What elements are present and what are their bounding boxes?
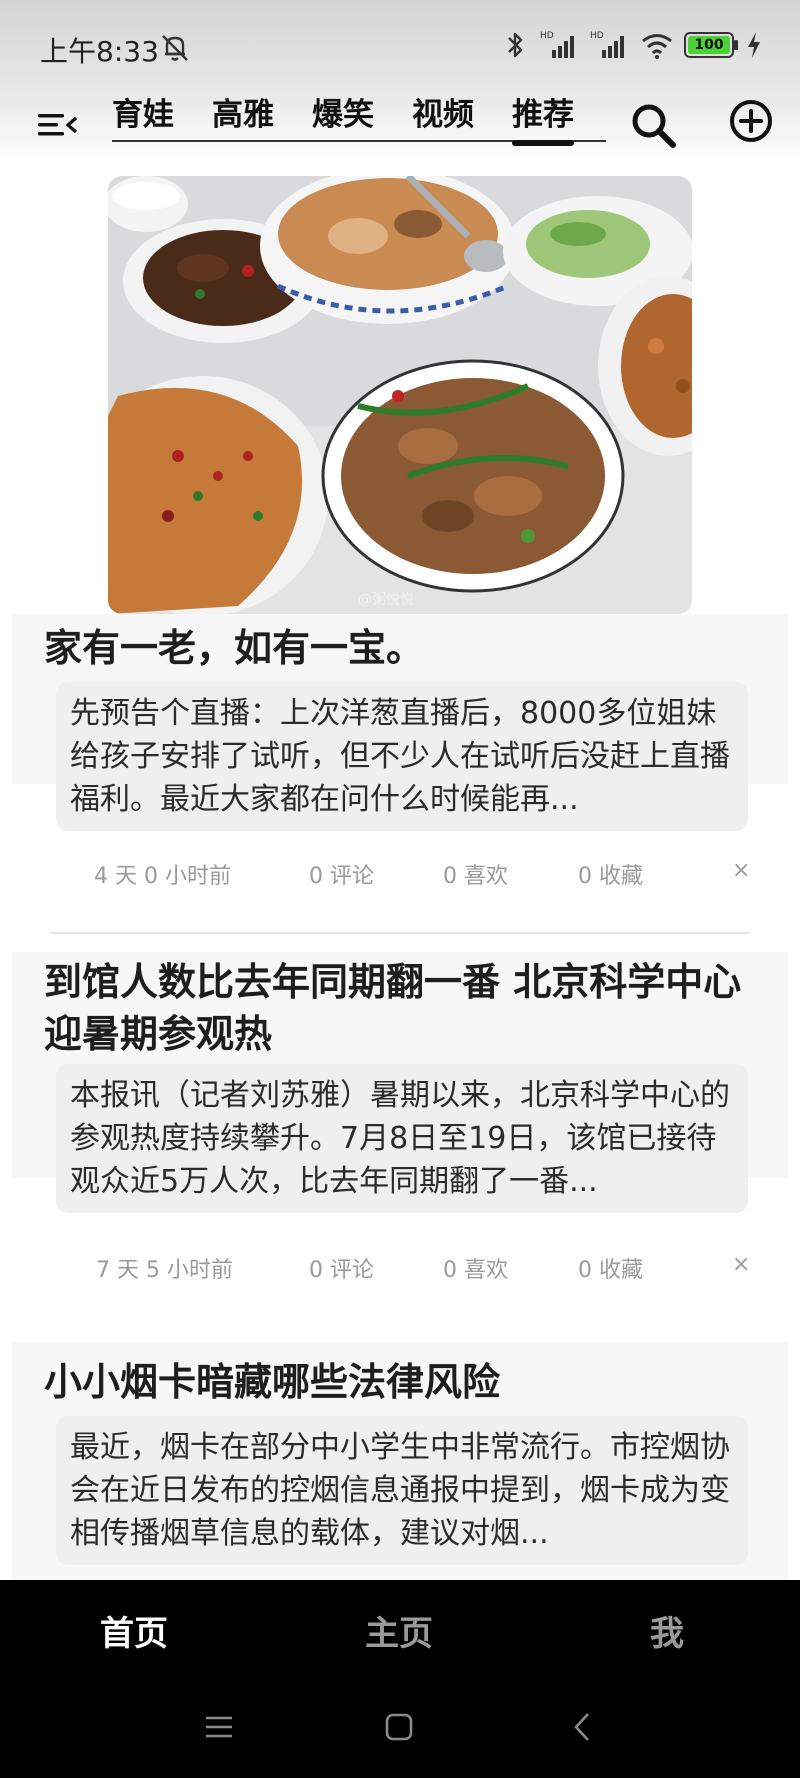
signal-hd-icon-2: HD (590, 31, 624, 58)
signal-hd-icon: HD (540, 31, 574, 58)
article-title[interactable]: 到馆人数比去年同期翻一番 北京科学中心迎暑期参观热 (12, 956, 788, 1060)
comment-count[interactable]: 0 评论 (309, 858, 374, 890)
add-icon[interactable] (728, 98, 774, 144)
charging-icon (748, 32, 760, 58)
dismiss-close-icon[interactable]: × (732, 1252, 750, 1277)
article-card[interactable]: 小小烟卡暗藏哪些法律风险 最近，烟卡在部分中小学生中非常流行。市控烟协会在近日发… (12, 1342, 788, 1580)
bluetooth-icon (508, 32, 523, 58)
article-summary[interactable]: 最近，烟卡在部分中小学生中非常流行。市控烟协会在近日发布的控烟信息通报中提到，烟… (56, 1416, 748, 1565)
tab-video[interactable]: 视频 (412, 96, 474, 140)
tab-me[interactable]: 我 (650, 1606, 684, 1655)
tab-funny[interactable]: 爆笑 (312, 96, 374, 140)
dismiss-close-icon[interactable]: × (732, 858, 750, 883)
article-card[interactable]: 到馆人数比去年同期翻一番 北京科学中心迎暑期参观热 本报讯（记者刘苏雅）暑期以来… (12, 952, 788, 1213)
tab-elegant[interactable]: 高雅 (212, 96, 274, 140)
article-meta: 4 天 0 小时前 0 评论 0 喜欢 0 收藏 × (0, 852, 800, 892)
svg-text:HD: HD (590, 31, 604, 41)
battery-icon: 100 (684, 32, 738, 58)
svg-text:HD: HD (540, 31, 554, 41)
tab-main[interactable]: 主页 (365, 1606, 433, 1655)
status-bar: 上午8:33 HD HD 100 (0, 0, 800, 96)
article-image[interactable]: @粥悦悦 (108, 176, 692, 614)
tab-parenting[interactable]: 育娃 (112, 96, 174, 140)
article-feed[interactable]: @粥悦悦 家有一老，如有一宝。 先预告个直播：上次洋葱直播后，8000多位姐妹给… (0, 164, 800, 1580)
like-count[interactable]: 0 喜欢 (443, 1252, 508, 1284)
article-time: 4 天 0 小时前 (94, 864, 231, 889)
article-summary[interactable]: 本报讯（记者刘苏雅）暑期以来，北京科学中心的参观热度持续攀升。7月8日至19日，… (56, 1064, 748, 1213)
top-nav: 育娃 高雅 爆笑 视频 推荐 (0, 96, 800, 164)
search-icon[interactable] (628, 100, 680, 152)
battery-level: 100 (694, 37, 724, 53)
tab-recommended[interactable]: 推荐 (512, 96, 574, 146)
article-card[interactable]: 家有一老，如有一宝。 先预告个直播：上次洋葱直播后，8000多位姐妹给孩子安排了… (12, 614, 788, 831)
favorite-count[interactable]: 0 收藏 (578, 1252, 643, 1284)
back-icon[interactable] (566, 1710, 600, 1744)
article-summary[interactable]: 先预告个直播：上次洋葱直播后，8000多位姐妹给孩子安排了试听，但不少人在试听后… (56, 682, 748, 831)
menu-collapse-icon[interactable] (36, 108, 78, 142)
article-title[interactable]: 小小烟卡暗藏哪些法律风险 (12, 1356, 788, 1408)
system-nav-bar (0, 1680, 800, 1778)
comment-count[interactable]: 0 评论 (309, 1252, 374, 1284)
wifi-icon (642, 34, 672, 59)
tab-home[interactable]: 首页 (100, 1606, 168, 1655)
article-time: 7 天 5 小时前 (96, 1258, 233, 1283)
bottom-tab-bar: 首页 主页 我 (0, 1580, 800, 1680)
category-tabs: 育娃 高雅 爆笑 视频 推荐 (112, 96, 606, 146)
status-time: 上午8:33 (40, 35, 159, 68)
favorite-count[interactable]: 0 收藏 (578, 858, 643, 890)
notification-muted-icon (162, 35, 188, 61)
image-watermark: @粥悦悦 (358, 591, 414, 608)
feed-divider (50, 932, 750, 934)
like-count[interactable]: 0 喜欢 (443, 858, 508, 890)
home-button-icon[interactable] (382, 1710, 416, 1744)
article-meta: 7 天 5 小时前 0 评论 0 喜欢 0 收藏 × (0, 1246, 800, 1286)
article-title[interactable]: 家有一老，如有一宝。 (12, 622, 788, 674)
recent-apps-icon[interactable] (202, 1710, 236, 1744)
